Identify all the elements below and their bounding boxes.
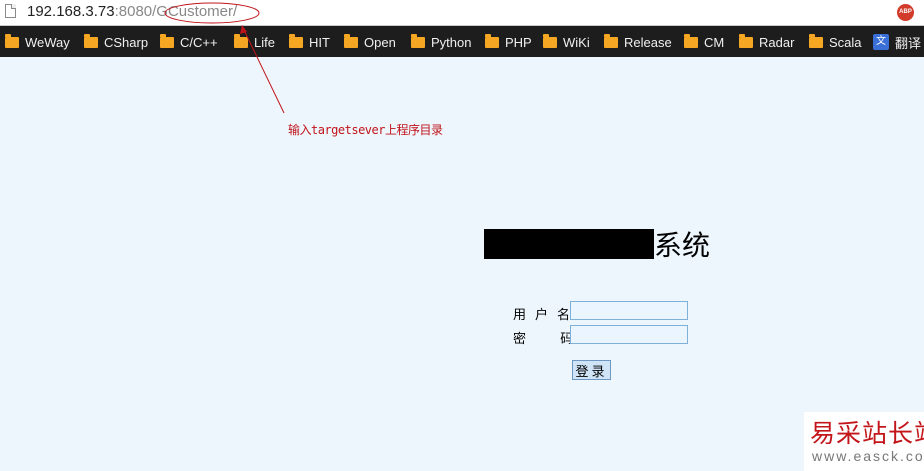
redacted-block	[484, 229, 654, 259]
watermark-domain: www.easck.com	[812, 448, 924, 464]
watermark: 易采站长站 www.easck.com	[804, 412, 924, 471]
login-button[interactable]: 登录	[572, 360, 611, 380]
system-title: 系统	[484, 228, 710, 262]
annotation-text: 输入targetsever上程序目录	[288, 123, 443, 137]
system-title-suffix: 系统	[654, 229, 711, 262]
username-input[interactable]	[570, 301, 688, 320]
annotation-overlay	[164, 2, 285, 114]
arrow-head	[240, 25, 247, 34]
path-highlight-ellipse	[164, 2, 260, 24]
password-input[interactable]	[570, 325, 688, 344]
watermark-title: 易采站长站	[810, 419, 924, 448]
annotation-arrow	[243, 29, 285, 114]
